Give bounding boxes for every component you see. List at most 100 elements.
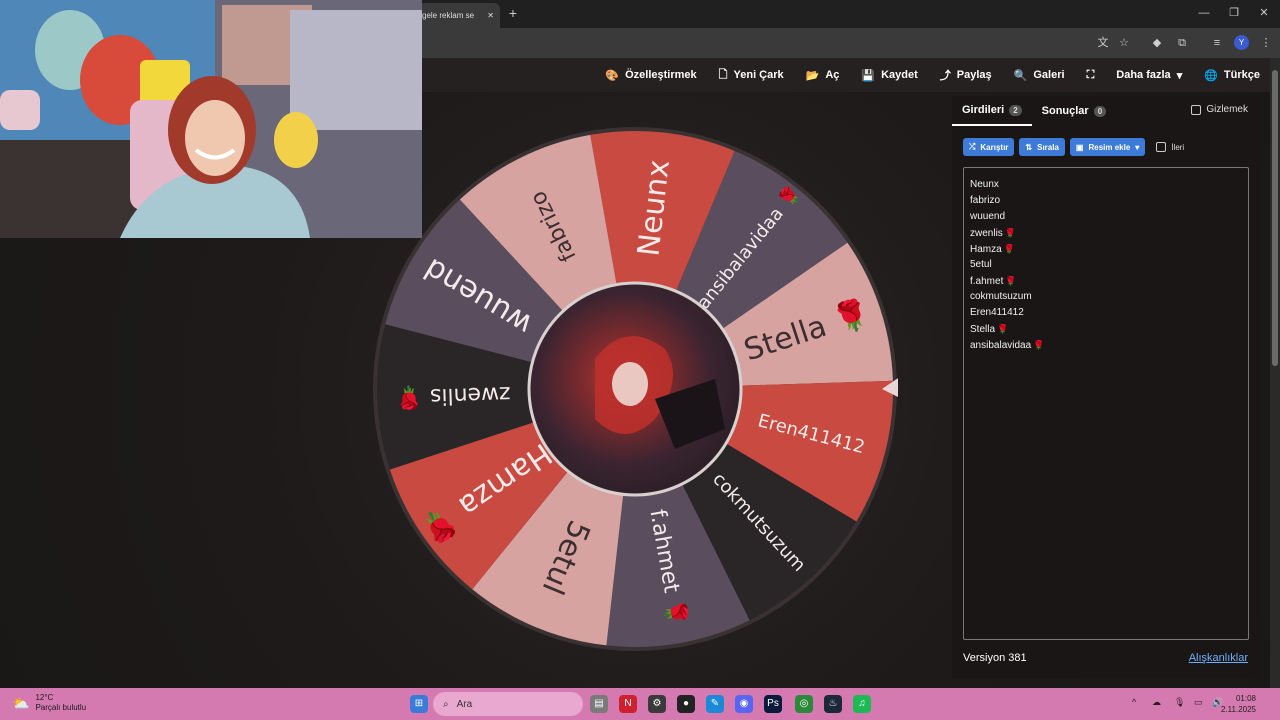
entry-line: wuuend bbox=[970, 209, 1242, 225]
shuffle-label: Karıştır bbox=[980, 142, 1009, 152]
hide-checkbox[interactable] bbox=[1191, 104, 1202, 115]
windows-start-icon[interactable]: ⊞ bbox=[410, 695, 428, 713]
taskbar-clock[interactable]: 01:08 2.11.2025 bbox=[1221, 693, 1256, 715]
discord-icon[interactable]: ◉ bbox=[735, 695, 753, 713]
search-icon: 🔍 bbox=[1013, 69, 1028, 82]
microphone-icon[interactable]: 🎙 bbox=[1174, 697, 1185, 708]
duck-plush bbox=[274, 112, 318, 168]
tab-close-icon[interactable]: ✕ bbox=[487, 11, 494, 20]
settings-gear-icon[interactable]: ⚙ bbox=[648, 695, 666, 713]
entries-button-row: ⤮ Karıştır ⇅ Sırala ▣ Resim ekle ▾ İleri bbox=[963, 138, 1184, 156]
new-tab-button[interactable]: + bbox=[504, 4, 522, 22]
webcam-overlay bbox=[0, 0, 422, 238]
bookmark-star-icon[interactable]: ☆ bbox=[1115, 34, 1133, 52]
media-queue-icon[interactable]: ≡ bbox=[1208, 34, 1226, 52]
new-wheel-label: Yeni Çark bbox=[733, 69, 784, 81]
spin-wheel[interactable]: Neunx ansibalavidaa 🌹Stella 🌹Eren411412co… bbox=[372, 126, 898, 652]
share-icon: ⤴ bbox=[939, 70, 951, 82]
sort-label: Sırala bbox=[1037, 142, 1059, 152]
spotify-icon[interactable]: ♫ bbox=[853, 695, 871, 713]
netflix-icon[interactable]: N bbox=[619, 695, 637, 713]
tray-app-icon[interactable]: ☁ bbox=[1152, 697, 1161, 708]
network-icon[interactable]: ▭ bbox=[1194, 697, 1203, 708]
photoshop-icon[interactable]: Ps bbox=[764, 695, 782, 713]
entry-line: cokmutsuzum bbox=[970, 289, 1242, 305]
entry-name: ansibalavidaa bbox=[970, 340, 1032, 351]
temperature: 12°C bbox=[35, 693, 54, 702]
entry-line: Neunx bbox=[970, 177, 1242, 193]
sort-button[interactable]: ⇅ Sırala bbox=[1019, 138, 1065, 156]
person-face bbox=[185, 100, 245, 176]
add-image-button[interactable]: ▣ Resim ekle ▾ bbox=[1069, 138, 1146, 156]
globe-icon: 🌐 bbox=[1204, 69, 1218, 82]
rose-icon: 🌹 bbox=[1005, 276, 1017, 286]
entry-line: fabrizo bbox=[970, 193, 1242, 209]
entry-name: Stella bbox=[970, 324, 996, 335]
app-icon[interactable]: ● bbox=[677, 695, 695, 713]
wheel-segment-label: zwenlis 🌹 bbox=[395, 381, 511, 412]
customize-button[interactable]: 🎨 Özelleştirmek bbox=[605, 69, 696, 82]
entries-count-badge: 2 bbox=[1009, 104, 1022, 116]
tab-entries-label: Girdileri bbox=[962, 104, 1005, 116]
version-label: Versiyon 381 bbox=[963, 652, 1027, 664]
extensions-puzzle-icon[interactable]: ⧉ bbox=[1173, 34, 1191, 52]
close-window-button[interactable]: ✕ bbox=[1254, 4, 1274, 22]
fullscreen-button[interactable]: ⛶ bbox=[1087, 69, 1095, 82]
habits-link[interactable]: Alışkanlıklar bbox=[1189, 652, 1248, 664]
profile-avatar[interactable]: Y bbox=[1234, 35, 1249, 50]
entry-line: ansibalavidaa 🌹 bbox=[970, 337, 1242, 353]
clock-date: 2.11.2025 bbox=[1221, 705, 1256, 714]
tab-results[interactable]: Sonuçlar 0 bbox=[1032, 96, 1117, 126]
maximize-button[interactable]: ❐ bbox=[1224, 4, 1244, 22]
file-explorer-icon[interactable]: ▤ bbox=[590, 695, 608, 713]
scrollbar-thumb[interactable] bbox=[1272, 70, 1278, 366]
language-button[interactable]: 🌐 Türkçe bbox=[1204, 69, 1260, 82]
entries-textarea[interactable]: Neunx fabrizo wuuend zwenlis 🌹 Hamza 🌹 5etul f.a… bbox=[963, 167, 1249, 640]
capcut-icon[interactable]: ✎ bbox=[706, 695, 724, 713]
sort-icon: ⇅ bbox=[1025, 142, 1033, 152]
advanced-toggle[interactable]: İleri bbox=[1156, 142, 1184, 152]
more-button[interactable]: Daha fazla ▾ bbox=[1116, 69, 1182, 82]
entry-name: Eren411412 bbox=[970, 307, 1024, 318]
extension-diamond-icon[interactable]: ◆ bbox=[1148, 34, 1166, 52]
steam-icon[interactable]: ♨ bbox=[824, 695, 842, 713]
gallery-button[interactable]: 🔍 Galeri bbox=[1014, 69, 1065, 82]
entries-panel: Girdileri 2 Sonuçlar 0 Gizlemek ⤮ Karıştır … bbox=[952, 96, 1260, 678]
wheel-label-group: zwenlis 🌹 bbox=[395, 381, 511, 412]
entry-line: f.ahmet 🌹 bbox=[970, 273, 1242, 289]
taskbar-search[interactable]: ⌕ Ara bbox=[433, 692, 583, 716]
new-wheel-button[interactable]: 🗋 Yeni Çark bbox=[719, 66, 784, 85]
save-button[interactable]: 💾 Kaydet bbox=[861, 69, 917, 82]
browser-tab[interactable]: gele reklam se ✕ bbox=[412, 3, 500, 28]
translate-icon[interactable]: 文 bbox=[1094, 34, 1112, 52]
entry-line: 5etul bbox=[970, 257, 1242, 273]
rose-icon: 🌹 bbox=[997, 324, 1009, 334]
entry-line: Hamza 🌹 bbox=[970, 241, 1242, 257]
open-button[interactable]: 📂 Aç bbox=[806, 69, 840, 82]
tray-expand-icon[interactable]: ^ bbox=[1132, 697, 1136, 707]
advanced-label: İleri bbox=[1171, 142, 1185, 152]
entry-line: zwenlis 🌹 bbox=[970, 225, 1242, 241]
weather-widget[interactable]: ⛅ 12°C Parçalı bulutlu bbox=[12, 693, 86, 713]
share-button[interactable]: ⤴ Paylaş bbox=[940, 67, 992, 83]
tab-title: gele reklam se bbox=[422, 11, 475, 20]
entry-name: fabrizo bbox=[970, 195, 1001, 206]
tab-entries[interactable]: Girdileri 2 bbox=[952, 96, 1032, 126]
advanced-checkbox[interactable] bbox=[1156, 142, 1167, 152]
page-scrollbar[interactable] bbox=[1270, 58, 1280, 688]
taskbar-search-label: Ara bbox=[456, 698, 473, 710]
hide-toggle[interactable]: Gizlemek bbox=[1191, 104, 1248, 115]
minimize-button[interactable]: — bbox=[1194, 4, 1214, 22]
shuffle-icon: ⤮ bbox=[969, 142, 976, 151]
entry-name: wuuend bbox=[970, 211, 1006, 222]
add-image-label: Resim ekle bbox=[1088, 142, 1131, 152]
floppy-icon: 💾 bbox=[861, 69, 876, 82]
caret-down-icon: ▾ bbox=[1135, 142, 1140, 152]
caret-down-icon: ▾ bbox=[1176, 69, 1183, 82]
shuffle-button[interactable]: ⤮ Karıştır bbox=[963, 138, 1015, 156]
more-label: Daha fazla bbox=[1116, 69, 1171, 81]
hide-label: Gizlemek bbox=[1206, 104, 1248, 115]
entry-name: zwenlis bbox=[970, 228, 1003, 239]
chrome-icon[interactable]: ◎ bbox=[795, 695, 813, 713]
browser-menu-icon[interactable]: ⋮ bbox=[1257, 34, 1275, 52]
